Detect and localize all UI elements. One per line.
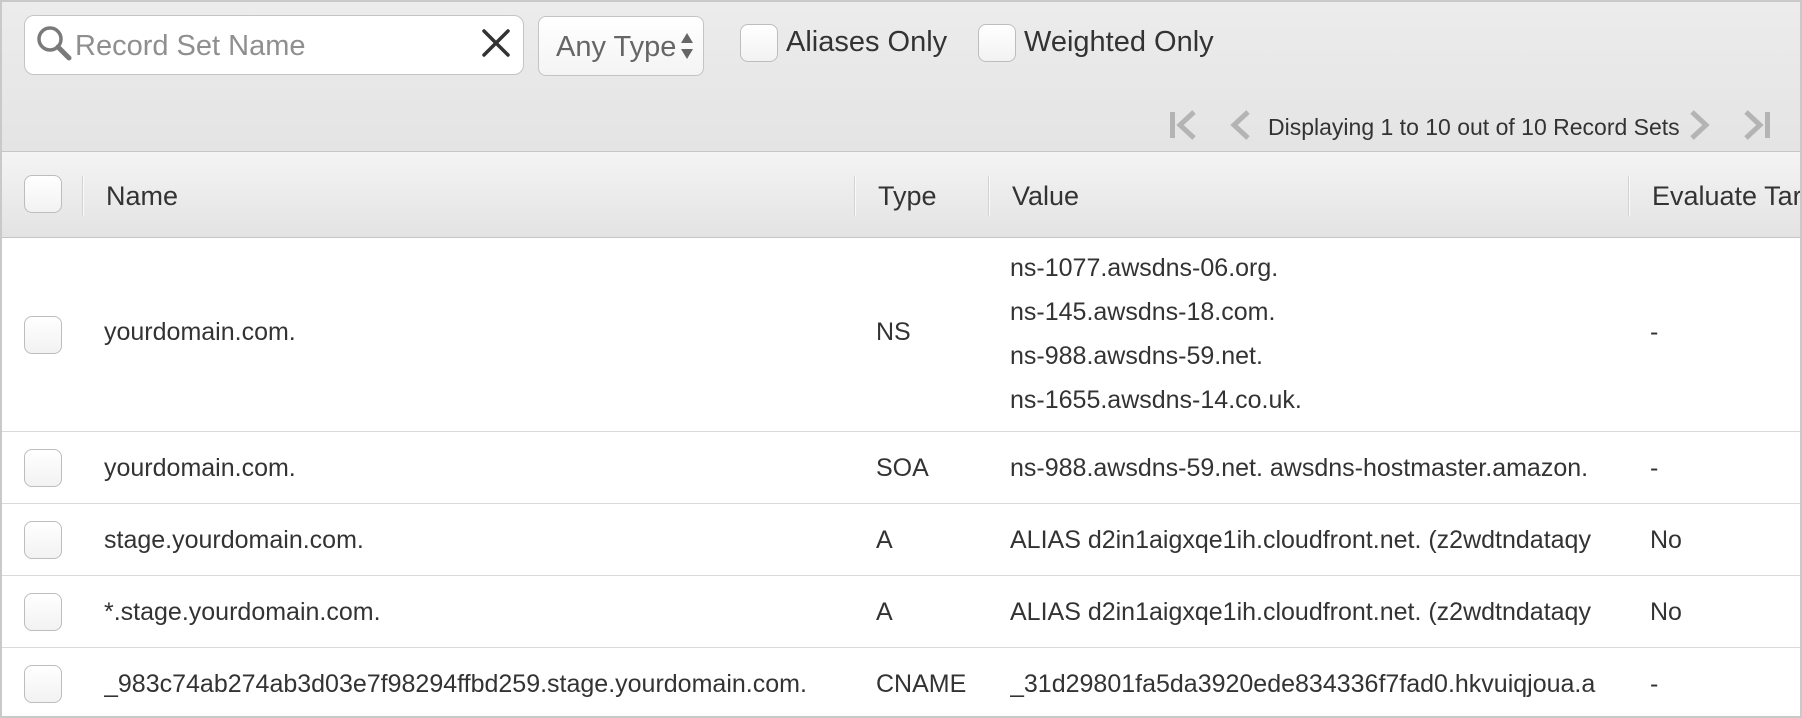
record-name: yourdomain.com. bbox=[104, 454, 296, 482]
weighted-only-label[interactable]: Weighted Only bbox=[1024, 26, 1214, 59]
evaluate-target-health: - bbox=[1650, 454, 1659, 482]
record-value-line: ns-1077.awsdns-06.org. bbox=[1010, 254, 1279, 282]
record-name: *.stage.yourdomain.com. bbox=[104, 598, 381, 626]
column-header-value[interactable]: Value bbox=[1012, 181, 1079, 212]
column-divider[interactable] bbox=[1628, 176, 1630, 216]
table-row[interactable]: yourdomain.com. SOA ns-988.awsdns-59.net… bbox=[2, 432, 1800, 504]
record-type: SOA bbox=[876, 454, 929, 482]
record-type: NS bbox=[876, 318, 911, 346]
evaluate-target-health: - bbox=[1650, 670, 1659, 698]
evaluate-target-health: No bbox=[1650, 526, 1682, 554]
evaluate-target-health: No bbox=[1650, 598, 1682, 626]
first-page-icon[interactable] bbox=[1164, 106, 1204, 144]
table-row[interactable]: stage.yourdomain.com. A ALIAS d2in1aigxq… bbox=[2, 504, 1800, 576]
row-select-checkbox[interactable] bbox=[24, 521, 62, 559]
select-all-checkbox[interactable] bbox=[24, 175, 62, 213]
column-divider[interactable] bbox=[988, 176, 990, 216]
pagination-status: Displaying 1 to 10 out of 10 Record Sets bbox=[1268, 114, 1680, 140]
column-header-type[interactable]: Type bbox=[878, 181, 937, 212]
record-type: A bbox=[876, 526, 893, 554]
record-value: ALIAS d2in1aigxqe1ih.cloudfront.net. (z2… bbox=[1010, 526, 1591, 554]
record-type-select[interactable]: Any Type bbox=[538, 16, 704, 76]
record-value-line: ns-145.awsdns-18.com. bbox=[1010, 298, 1276, 326]
column-header-name[interactable]: Name bbox=[106, 181, 178, 212]
search-box[interactable] bbox=[24, 15, 524, 75]
record-type: CNAME bbox=[876, 670, 967, 698]
record-value: ALIAS d2in1aigxqe1ih.cloudfront.net. (z2… bbox=[1010, 598, 1591, 626]
table-row[interactable]: *.stage.yourdomain.com. A ALIAS d2in1aig… bbox=[2, 576, 1800, 648]
previous-page-icon[interactable] bbox=[1222, 106, 1262, 144]
record-value-line: ns-988.awsdns-59.net. bbox=[1010, 342, 1263, 370]
record-type-selected-value: Any Type bbox=[556, 31, 677, 63]
table-row[interactable]: _983c74ab274ab3d03e7f98294ffbd259.stage.… bbox=[2, 648, 1800, 716]
row-select-checkbox[interactable] bbox=[24, 316, 62, 354]
table-row[interactable]: yourdomain.com. NS ns-1077.awsdns-06.org… bbox=[2, 238, 1800, 432]
next-page-icon[interactable] bbox=[1678, 106, 1718, 144]
record-value: ns-1077.awsdns-06.org. ns-145.awsdns-18.… bbox=[1010, 246, 1750, 422]
aliases-only-checkbox[interactable] bbox=[740, 24, 778, 62]
record-sets-panel: Any Type Aliases Only Weighted Only Disp… bbox=[0, 0, 1802, 718]
weighted-only-checkbox[interactable] bbox=[978, 24, 1016, 62]
search-icon bbox=[37, 26, 72, 61]
record-value: ns-988.awsdns-59.net. awsdns-hostmaster.… bbox=[1010, 454, 1589, 482]
record-name: stage.yourdomain.com. bbox=[104, 526, 364, 554]
last-page-icon[interactable] bbox=[1736, 106, 1776, 144]
record-value: _31d29801fa5da3920ede834336f7fad0.hkvuiq… bbox=[1010, 670, 1596, 698]
record-value-line: ns-1655.awsdns-14.co.uk. bbox=[1010, 386, 1302, 414]
column-divider[interactable] bbox=[854, 176, 856, 216]
table-header: Name Type Value Evaluate Targ bbox=[2, 152, 1800, 238]
clear-search-icon[interactable] bbox=[479, 26, 513, 60]
record-name: yourdomain.com. bbox=[104, 318, 296, 346]
filter-bar: Any Type Aliases Only Weighted Only Disp… bbox=[2, 2, 1800, 152]
column-divider bbox=[82, 176, 84, 216]
column-header-evaluate-target-health[interactable]: Evaluate Targ bbox=[1652, 181, 1800, 212]
select-arrows-icon bbox=[681, 33, 693, 59]
evaluate-target-health: - bbox=[1650, 318, 1659, 346]
aliases-only-label[interactable]: Aliases Only bbox=[786, 26, 947, 59]
record-type: A bbox=[876, 598, 893, 626]
row-select-checkbox[interactable] bbox=[24, 665, 62, 703]
row-select-checkbox[interactable] bbox=[24, 593, 62, 631]
record-set-name-input[interactable] bbox=[75, 26, 475, 66]
record-name: _983c74ab274ab3d03e7f98294ffbd259.stage.… bbox=[104, 670, 807, 698]
row-select-checkbox[interactable] bbox=[24, 449, 62, 487]
